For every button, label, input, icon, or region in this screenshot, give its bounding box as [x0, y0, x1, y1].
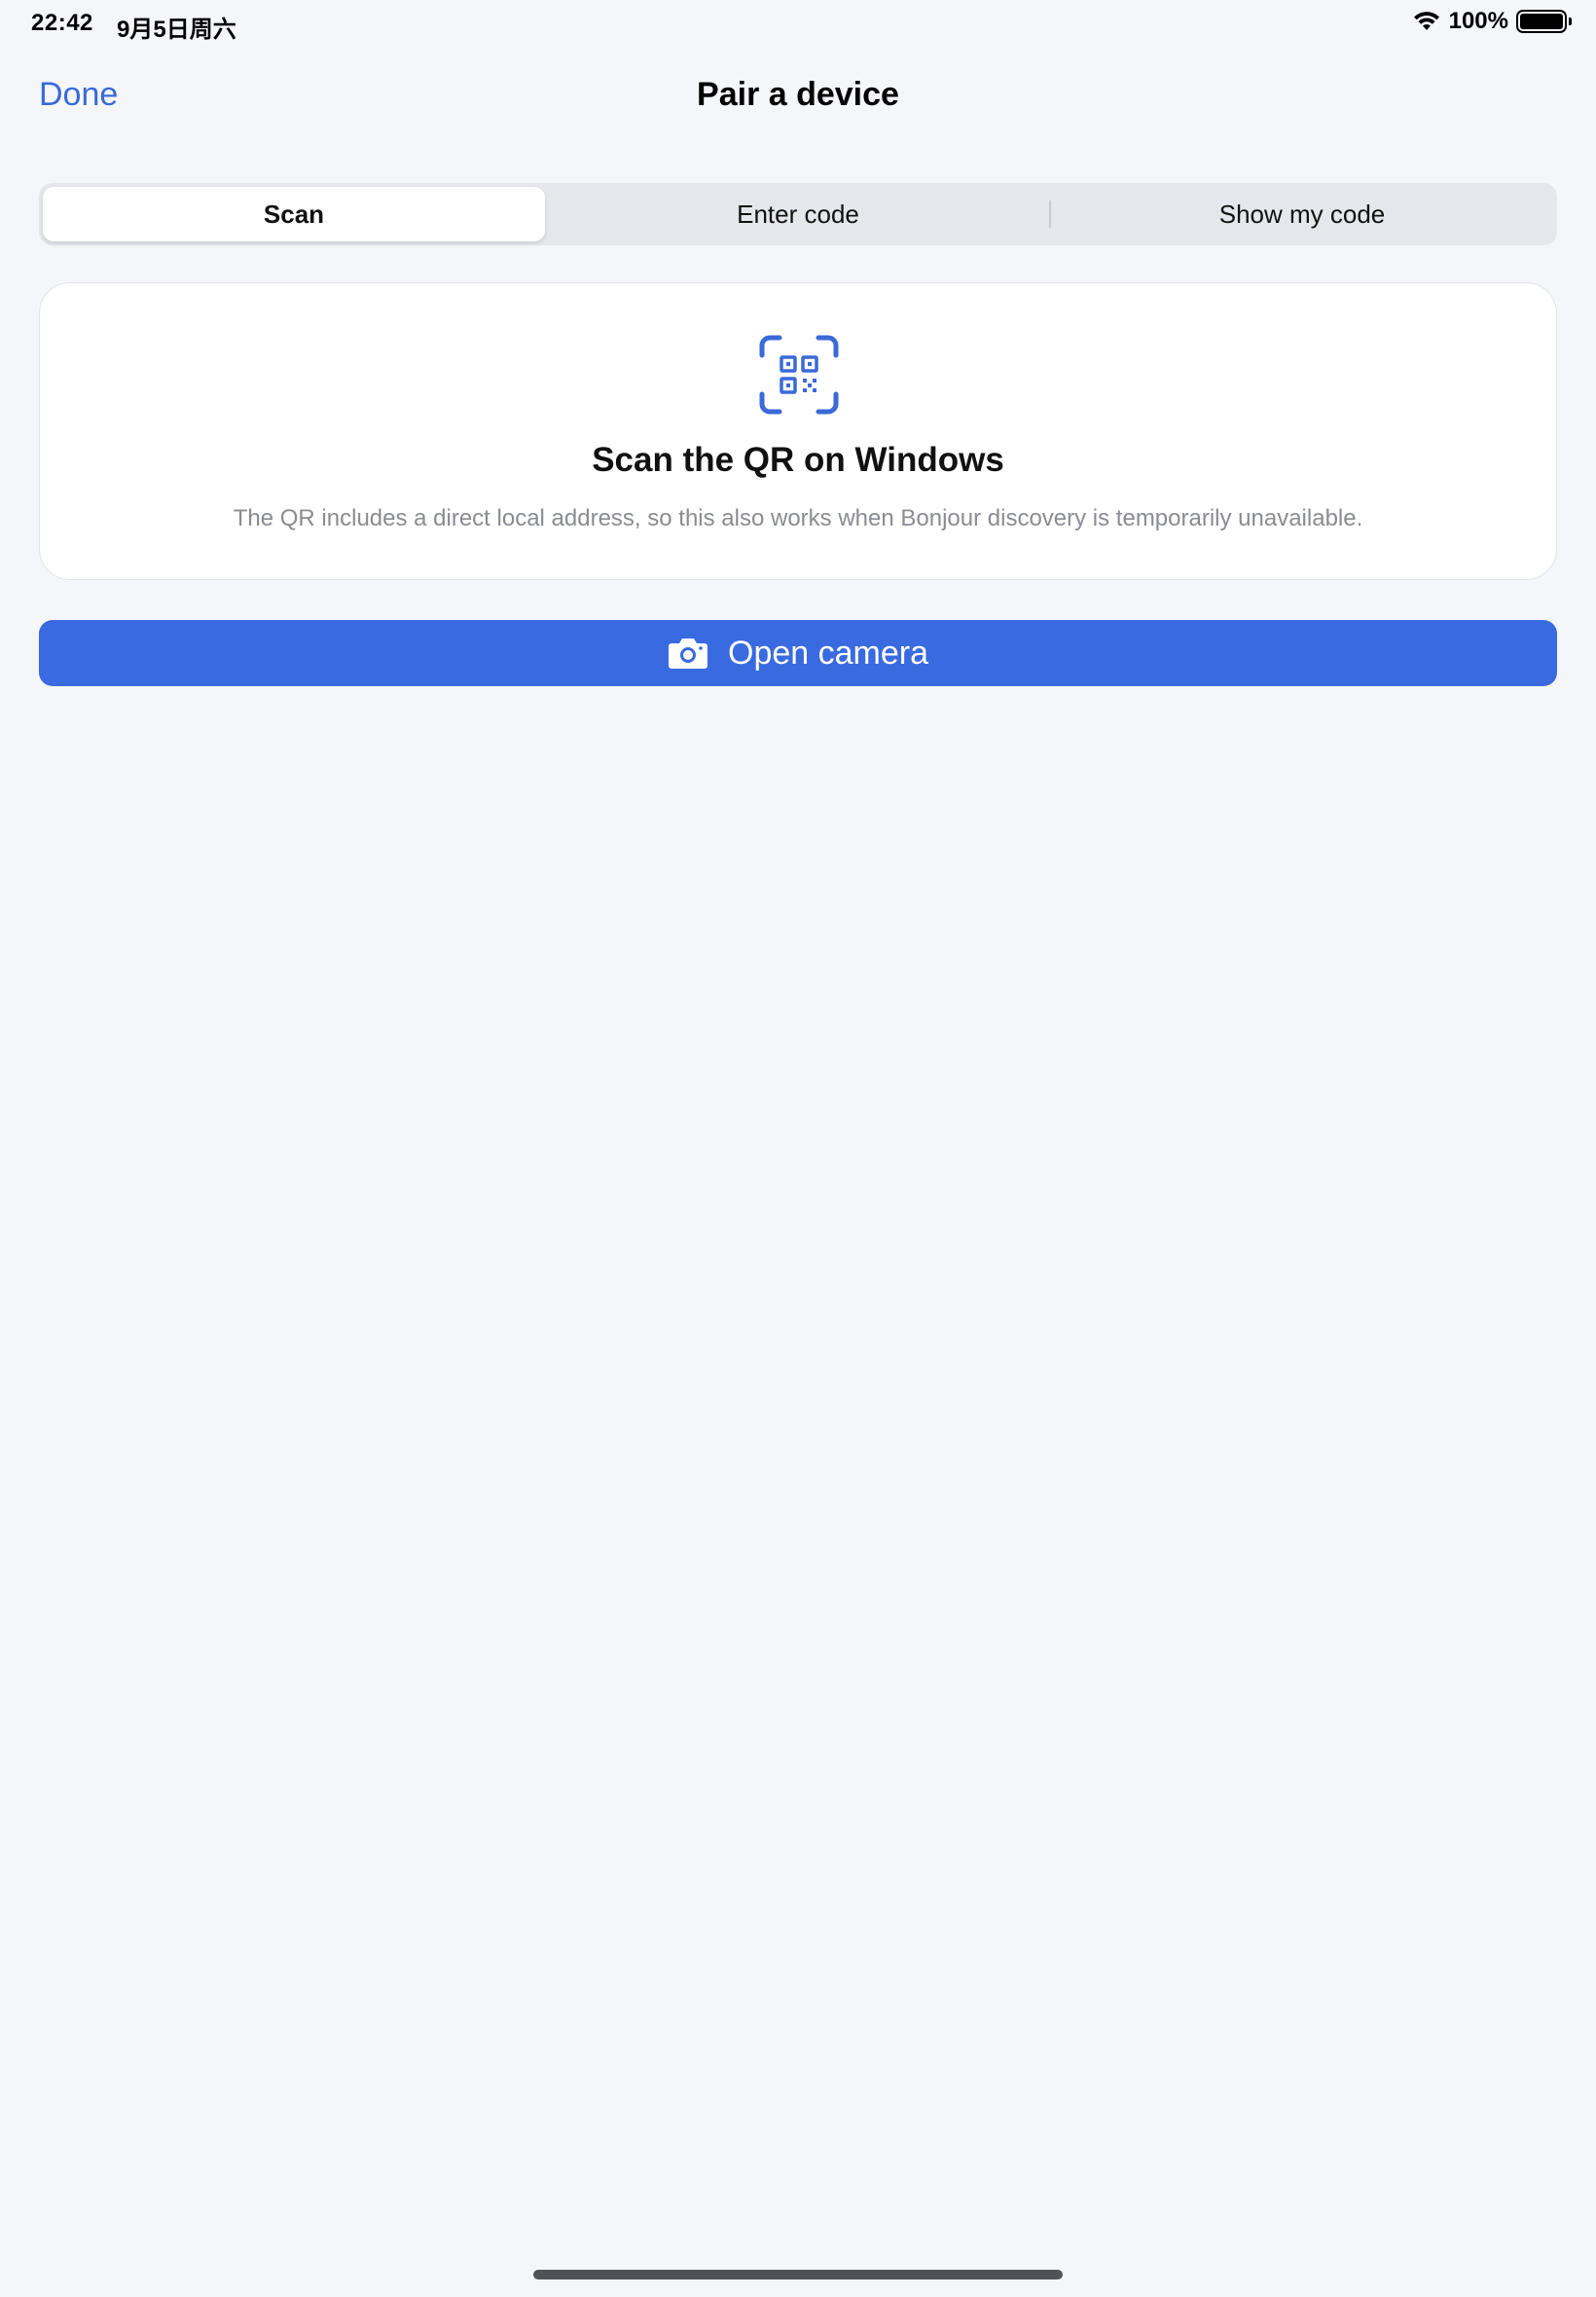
status-time: 22:42 — [31, 10, 93, 36]
card-title: Scan the QR on Windows — [592, 441, 1004, 479]
wifi-icon — [1412, 11, 1441, 32]
battery-cap — [1569, 18, 1572, 25]
pairing-mode-segmented-control: Scan Enter code Show my code — [39, 183, 1557, 245]
camera-icon — [668, 637, 708, 670]
segment-show-my-code[interactable]: Show my code — [1051, 187, 1553, 241]
scan-info-card: Scan the QR on Windows The QR includes a… — [39, 282, 1557, 580]
screen: 22:42 9月5日周六 100% Done Pair a device Sca… — [0, 0, 1596, 2297]
qr-code-scan-icon — [758, 334, 840, 416]
battery-icon — [1516, 10, 1572, 33]
home-indicator[interactable] — [533, 2270, 1063, 2279]
segment-enter-code[interactable]: Enter code — [547, 187, 1049, 241]
status-date: 9月5日周六 — [117, 17, 236, 43]
status-indicators: 100% — [1412, 8, 1572, 35]
battery-fill — [1520, 14, 1563, 29]
page-title: Pair a device — [697, 76, 899, 113]
battery-percent: 100% — [1448, 8, 1508, 34]
open-camera-button[interactable]: Open camera — [39, 620, 1557, 686]
card-description: The QR includes a direct local address, … — [233, 505, 1363, 531]
status-bar: 22:42 9月5日周六 100% — [0, 0, 1596, 47]
open-camera-label: Open camera — [728, 634, 928, 672]
segment-scan[interactable]: Scan — [43, 187, 545, 241]
